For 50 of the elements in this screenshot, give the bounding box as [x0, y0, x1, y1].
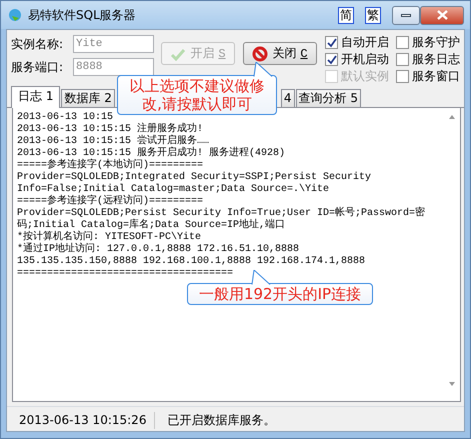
log-line: *按计算机名访问: YITESOFT-PC\Yite — [17, 232, 202, 243]
log-line: =====参考连接字(本地访问)========= — [17, 160, 204, 172]
tab[interactable]: 4 — [280, 89, 295, 107]
checkbox-label: 自动开启 — [341, 35, 389, 50]
log-line: *通过IP地址访问: 127.0.0.1,8888 172.16.51.10,8888 — [17, 244, 300, 256]
tab[interactable]: 数据库 2 — [61, 89, 115, 107]
checkbox-label: 服务日志 — [412, 52, 460, 67]
input-field[interactable]: Yite — [73, 35, 154, 53]
language-button[interactable]: 简 — [338, 6, 354, 24]
log-line: 135.135.135.150,8888 192.168.100.1,8888 192.168.174.1,8888 — [17, 256, 366, 268]
window-title: 易特软件SQL服务器 — [28, 6, 137, 24]
log-line: ==================================== — [17, 268, 234, 280]
hint-tooltip: 以上选项不建议做修改,请按默认即可 — [117, 62, 277, 115]
minimize-button[interactable] — [392, 6, 420, 24]
checkbox-label: 服务守护 — [412, 35, 460, 50]
stop-button[interactable]: 关闭 C — [243, 42, 317, 65]
status-text: 2013-06-13 10:15:26 — [18, 413, 148, 427]
checkbox-label: 默认实例 — [341, 69, 389, 84]
check-icon — [170, 46, 186, 60]
log-line: Info=False;Initial Catalog=master;Data Source=.\Yite — [17, 184, 330, 195]
field-label: 实例名称: — [11, 36, 64, 52]
log-line: Provider=SQLOLEDB;Persist Security Info=True;User ID=帐号;Password=密 — [17, 208, 426, 219]
log-line: 2013-06-13 10:15 — [17, 112, 114, 124]
log-line: 2013-06-13 10:15:15 尝试开启服务…… — [17, 136, 210, 147]
log-line: 2013-06-13 10:15:15 服务开启成功! 服务进程(4928) — [17, 148, 286, 159]
minimize-icon — [401, 14, 411, 16]
status-text: 已开启数据库服务。 — [154, 412, 284, 428]
close-button[interactable] — [420, 6, 464, 24]
log-line: 2013-06-13 10:15:15 注册服务成功! — [17, 124, 204, 135]
checkbox-label: 服务窗口 — [412, 69, 460, 84]
pointer-icon — [253, 62, 275, 77]
scroll-down-icon[interactable] — [448, 381, 456, 387]
log-line: 码;Initial Catalog=库名;Data Source=IP地址,端口 — [17, 220, 286, 231]
app-icon — [7, 7, 23, 23]
no-entry-icon — [252, 46, 268, 62]
log-line: =====参考连接字(远程访问)========= — [17, 196, 204, 208]
checkbox[interactable] — [396, 36, 409, 49]
checkbox[interactable] — [325, 36, 338, 49]
close-icon — [436, 10, 448, 20]
log-line: Provider=SQLOLEDB;Integrated Security=SSPI;Persist Security — [17, 172, 372, 184]
scroll-up-icon[interactable] — [448, 114, 456, 120]
checkbox[interactable] — [325, 53, 338, 66]
language-button[interactable]: 繁 — [365, 6, 381, 24]
input-field[interactable]: 8888 — [73, 58, 154, 76]
checkbox-label: 开机启动 — [341, 52, 389, 67]
field-label: 服务端口: — [11, 58, 64, 76]
tab[interactable]: 查询分析 5 — [296, 89, 361, 107]
tab[interactable]: 日志 1 — [11, 86, 60, 108]
checkbox[interactable] — [396, 70, 409, 83]
checkbox[interactable] — [396, 53, 409, 66]
